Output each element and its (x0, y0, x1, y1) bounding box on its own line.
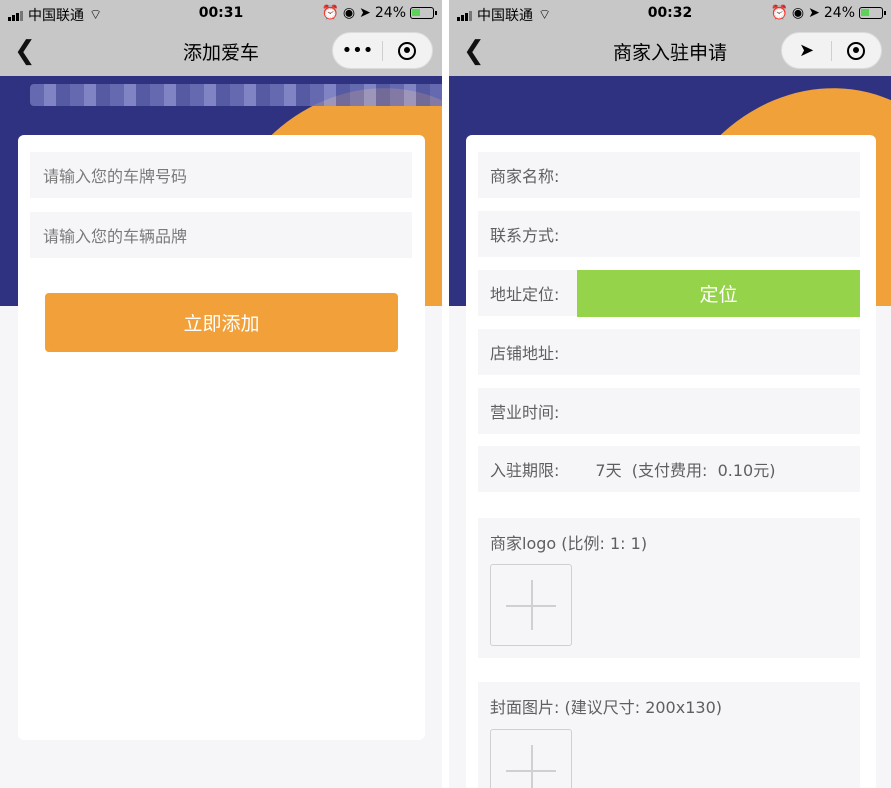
car-brand-input[interactable]: 请输入您的车辆品牌 (30, 212, 412, 258)
menu-capsule: ➤ (781, 32, 882, 69)
blurred-text (30, 84, 442, 106)
navigation-icon: ➤ (798, 40, 815, 61)
nav-bar: ❮ 添加爱车 ••• (0, 26, 442, 76)
merchant-form-card: 商家名称: 联系方式: 地址定位: 定位 店铺地址: 营业时间: 入驻期限: 7… (466, 135, 876, 788)
cover-upload-button[interactable] (490, 729, 572, 788)
location-arrow-button[interactable]: ➤ (782, 33, 831, 68)
status-bar: 中国联通 ⌔ 00:32 ⏰ ◉ ➤ 24% (449, 0, 891, 26)
screen-divider (442, 0, 449, 788)
logo-label: 商家logo (比例: 1: 1) (490, 534, 648, 553)
status-right: ⏰ ◉ ➤ 24% (321, 5, 437, 21)
add-car-screen: 中国联通 ⌔ 00:31 ⏰ ◉ ➤ 24% ❮ 添加爱车 ••• 请输入您的车… (0, 0, 442, 788)
battery-icon (410, 7, 437, 19)
close-miniprogram-button[interactable] (832, 33, 881, 68)
merchant-apply-screen: 中国联通 ⌔ 00:32 ⏰ ◉ ➤ 24% ❮ 商家入驻申请 ➤ 商家名称: … (449, 0, 891, 788)
battery-percent: 24% (823, 5, 855, 21)
more-icon[interactable]: ••• (333, 33, 382, 68)
term-row: 入驻期限: 7天 (支付费用: 0.10元) (478, 446, 860, 492)
business-hours-label: 营业时间: (490, 403, 560, 422)
shop-address-field[interactable]: 店铺地址: (478, 329, 860, 375)
alarm-icon: ⏰ (770, 5, 788, 21)
term-value: 7天 (支付费用: 0.10元) (595, 461, 776, 480)
logo-upload-button[interactable] (490, 564, 572, 646)
battery-icon (859, 7, 886, 19)
cover-label: 封面图片: (建议尺寸: 200x130) (490, 698, 722, 717)
rotation-lock-icon: ◉ (791, 5, 805, 21)
alarm-icon: ⏰ (321, 5, 339, 21)
status-right: ⏰ ◉ ➤ 24% (770, 5, 886, 21)
term-label: 入驻期限: (490, 461, 560, 480)
location-arrow-icon: ➤ (808, 5, 820, 21)
target-icon (847, 41, 866, 60)
nav-bar: ❮ 商家入驻申请 ➤ (449, 26, 891, 76)
logo-upload-block: 商家logo (比例: 1: 1) (478, 518, 860, 658)
battery-percent: 24% (374, 5, 406, 21)
cover-upload-block: 封面图片: (建议尺寸: 200x130) (478, 682, 860, 788)
add-car-form-card: 请输入您的车牌号码 请输入您的车辆品牌 立即添加 (18, 135, 425, 740)
shop-address-label: 店铺地址: (490, 344, 560, 363)
contact-field[interactable]: 联系方式: (478, 211, 860, 257)
locate-button[interactable]: 定位 (577, 270, 860, 317)
merchant-name-field[interactable]: 商家名称: (478, 152, 860, 198)
business-hours-field[interactable]: 营业时间: (478, 388, 860, 434)
add-now-button[interactable]: 立即添加 (45, 293, 398, 352)
status-bar: 中国联通 ⌔ 00:31 ⏰ ◉ ➤ 24% (0, 0, 442, 26)
close-miniprogram-button[interactable] (383, 33, 432, 68)
rotation-lock-icon: ◉ (342, 5, 356, 21)
contact-label: 联系方式: (490, 226, 560, 245)
target-icon (398, 41, 417, 60)
location-arrow-icon: ➤ (359, 5, 371, 21)
address-locate-label: 地址定位: (490, 285, 560, 304)
merchant-name-label: 商家名称: (490, 167, 560, 186)
plate-number-input[interactable]: 请输入您的车牌号码 (30, 152, 412, 198)
menu-capsule: ••• (332, 32, 433, 69)
